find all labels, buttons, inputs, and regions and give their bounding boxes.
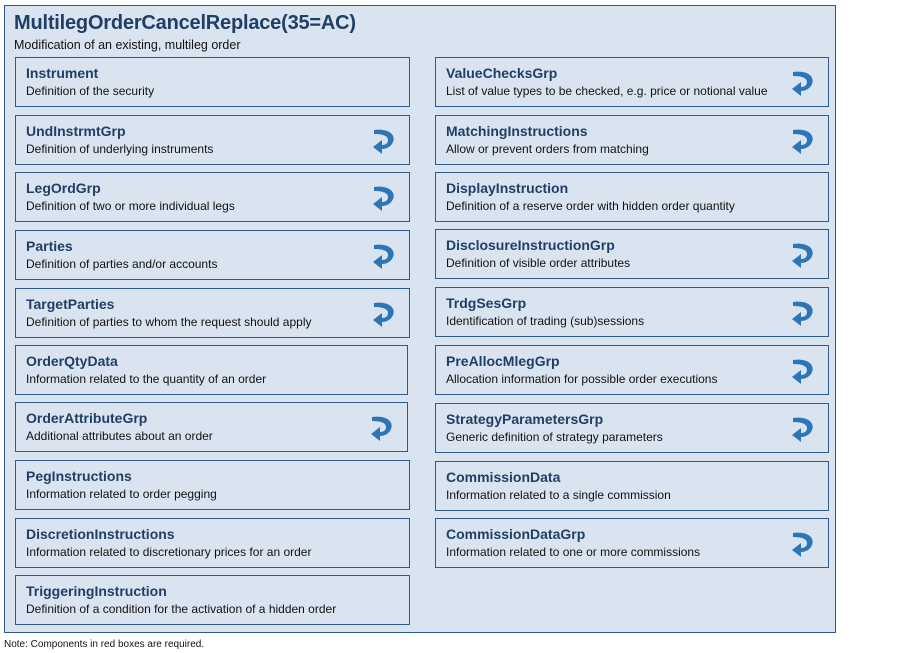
component-box[interactable]: CommissionData Information related to a s…	[435, 461, 829, 511]
component-name: StrategyParametersGrp	[446, 411, 604, 427]
component-name: TriggeringInstruction	[26, 583, 167, 599]
component-name: ValueChecksGrp	[446, 65, 558, 81]
component-name: DiscretionInstructions	[26, 526, 175, 542]
component-description: List of value types to be checked, e.g. …	[446, 84, 768, 98]
component-box[interactable]: DiscretionInstructions Information relate…	[15, 518, 410, 568]
component-name: OrderAttributeGrp	[26, 410, 148, 426]
component-box[interactable]: TargetParties Definition of parties to wh…	[15, 288, 410, 338]
component-name: OrderQtyData	[26, 353, 118, 369]
component-name: Instrument	[26, 65, 99, 81]
message-description: Modification of an existing, multileg or…	[14, 38, 241, 52]
footnote: Note: Components in red boxes are requir…	[4, 639, 205, 650]
component-name: TargetParties	[26, 296, 115, 312]
repeating-group-icon	[790, 528, 816, 560]
component-name: DisplayInstruction	[446, 180, 569, 196]
component-box[interactable]: DisclosureInstructionGrp Definition of vi…	[435, 229, 829, 279]
message-title: MultilegOrderCancelReplace(35=AC)	[14, 12, 356, 34]
component-name: CommissionDataGrp	[446, 526, 586, 542]
component-box[interactable]: LegOrdGrp Definition of two or more indiv…	[15, 172, 410, 222]
component-description: Information related to discretionary pri…	[26, 545, 312, 559]
component-box[interactable]: OrderAttributeGrp Additional attributes a…	[15, 402, 408, 452]
component-box[interactable]: PreAllocMlegGrp Allocation information fo…	[435, 345, 829, 395]
component-description: Generic definition of strategy parameter…	[446, 430, 663, 444]
component-box[interactable]: MatchingInstructions Allow or prevent ord…	[435, 115, 829, 165]
component-description: Definition of parties and/or accounts	[26, 257, 218, 271]
component-description: Information related to order pegging	[26, 487, 217, 501]
component-description: Definition of parties to whom the reques…	[26, 315, 312, 329]
component-box[interactable]: TriggeringInstruction Definition of a con…	[15, 575, 410, 625]
repeating-group-icon	[790, 67, 816, 99]
component-box[interactable]: Instrument Definition of the security	[15, 57, 410, 107]
component-description: Information related to a single commissi…	[446, 488, 671, 502]
component-box[interactable]: UndInstrmtGrp Definition of underlying in…	[15, 115, 410, 165]
component-description: Definition of underlying instruments	[26, 142, 214, 156]
component-box[interactable]: StrategyParametersGrp Generic definition …	[435, 403, 829, 453]
component-description: Information related to one or more commi…	[446, 545, 701, 559]
repeating-group-icon	[371, 298, 397, 330]
component-description: Definition of visible order attributes	[446, 256, 631, 270]
repeating-group-icon	[790, 355, 816, 387]
component-description: Information related to the quantity of a…	[26, 372, 267, 386]
component-name: TrdgSesGrp	[446, 295, 527, 311]
component-box[interactable]: OrderQtyData Information related to the q…	[15, 345, 408, 395]
repeating-group-icon	[371, 182, 397, 214]
component-name: DisclosureInstructionGrp	[446, 237, 615, 253]
component-box[interactable]: ValueChecksGrp List of value types to be …	[435, 57, 829, 107]
component-description: Allocation information for possible orde…	[446, 372, 718, 386]
component-name: PegInstructions	[26, 468, 132, 484]
component-description: Definition of two or more individual leg…	[26, 199, 235, 213]
component-box[interactable]: CommissionDataGrp Information related to …	[435, 518, 829, 568]
component-description: Allow or prevent orders from matching	[446, 142, 649, 156]
component-name: CommissionData	[446, 469, 561, 485]
repeating-group-icon	[371, 240, 397, 272]
component-description: Additional attributes about an order	[26, 429, 213, 443]
repeating-group-icon	[790, 125, 816, 157]
component-description: Identification of trading (sub)sessions	[446, 314, 645, 328]
component-box[interactable]: PegInstructions Information related to or…	[15, 460, 410, 510]
component-name: UndInstrmtGrp	[26, 123, 126, 139]
component-name: Parties	[26, 238, 73, 254]
component-name: LegOrdGrp	[26, 180, 101, 196]
component-description: Definition of a condition for the activa…	[26, 602, 337, 616]
component-description: Definition of a reserve order with hidde…	[446, 199, 735, 213]
repeating-group-icon	[790, 297, 816, 329]
repeating-group-icon	[790, 239, 816, 271]
component-box[interactable]: DisplayInstruction Definition of a reserv…	[435, 172, 829, 222]
component-name: PreAllocMlegGrp	[446, 353, 560, 369]
component-box[interactable]: TrdgSesGrp Identification of trading (sub…	[435, 287, 829, 337]
repeating-group-icon	[790, 413, 816, 445]
component-description: Definition of the security	[26, 84, 155, 98]
component-name: MatchingInstructions	[446, 123, 588, 139]
repeating-group-icon	[369, 412, 395, 444]
repeating-group-icon	[371, 125, 397, 157]
component-box[interactable]: Parties Definition of parties and/or acco…	[15, 230, 410, 280]
